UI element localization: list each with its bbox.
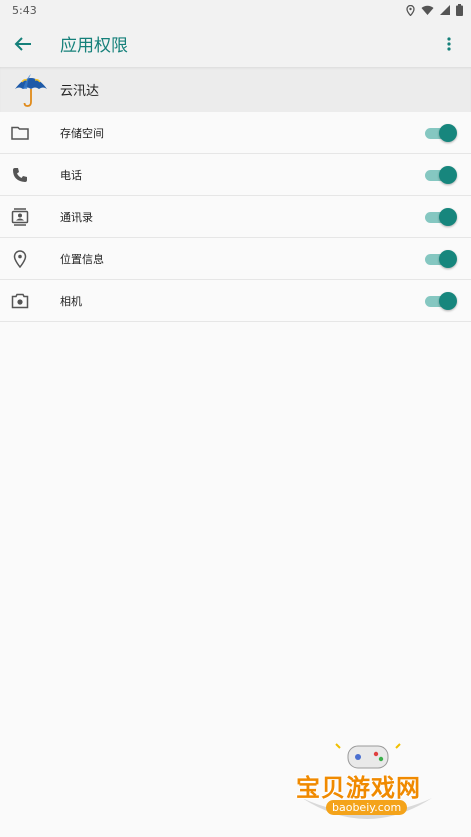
signal-icon <box>440 5 450 15</box>
location-status-icon <box>406 4 415 16</box>
permission-list: 存储空间 电话 通讯录 位置信息 相机 <box>0 112 471 322</box>
app-name: 云汛达 <box>60 84 100 99</box>
back-button[interactable] <box>0 20 46 67</box>
app-toolbar: 应用权限 <box>0 20 471 67</box>
phone-icon <box>10 165 30 185</box>
camera-toggle[interactable] <box>425 291 457 310</box>
watermark-title: 宝贝游戏网 <box>296 774 421 802</box>
site-watermark: 宝贝游戏网 baobeiy.com <box>292 740 442 830</box>
storage-toggle[interactable] <box>425 123 457 142</box>
permission-row-contacts[interactable]: 通讯录 <box>0 196 471 238</box>
app-header: 云汛达 <box>0 67 471 112</box>
camera-icon <box>10 291 30 311</box>
watermark-url: baobeiy.com <box>326 800 408 815</box>
phone-toggle[interactable] <box>425 165 457 184</box>
folder-icon <box>10 123 30 143</box>
status-icons <box>406 4 463 16</box>
permission-row-camera[interactable]: 相机 <box>0 280 471 322</box>
more-options-button[interactable] <box>437 20 461 67</box>
more-vert-icon <box>447 36 451 51</box>
permission-label: 位置信息 <box>60 252 104 266</box>
umbrella-app-icon <box>15 73 47 107</box>
permission-row-storage[interactable]: 存储空间 <box>0 112 471 154</box>
arrow-back-icon <box>14 36 31 51</box>
location-toggle[interactable] <box>425 249 457 268</box>
permission-row-phone[interactable]: 电话 <box>0 154 471 196</box>
contacts-icon <box>10 207 30 227</box>
wifi-icon <box>421 5 434 15</box>
contacts-toggle[interactable] <box>425 207 457 226</box>
permission-row-location[interactable]: 位置信息 <box>0 238 471 280</box>
battery-icon <box>456 4 463 16</box>
status-bar: 5:43 <box>0 0 471 20</box>
permission-label: 通讯录 <box>60 210 93 224</box>
status-time: 5:43 <box>12 3 37 17</box>
permission-label: 存储空间 <box>60 126 104 140</box>
location-icon <box>10 249 30 269</box>
permission-label: 电话 <box>60 168 82 182</box>
page-title: 应用权限 <box>60 36 128 56</box>
permission-label: 相机 <box>60 294 82 308</box>
